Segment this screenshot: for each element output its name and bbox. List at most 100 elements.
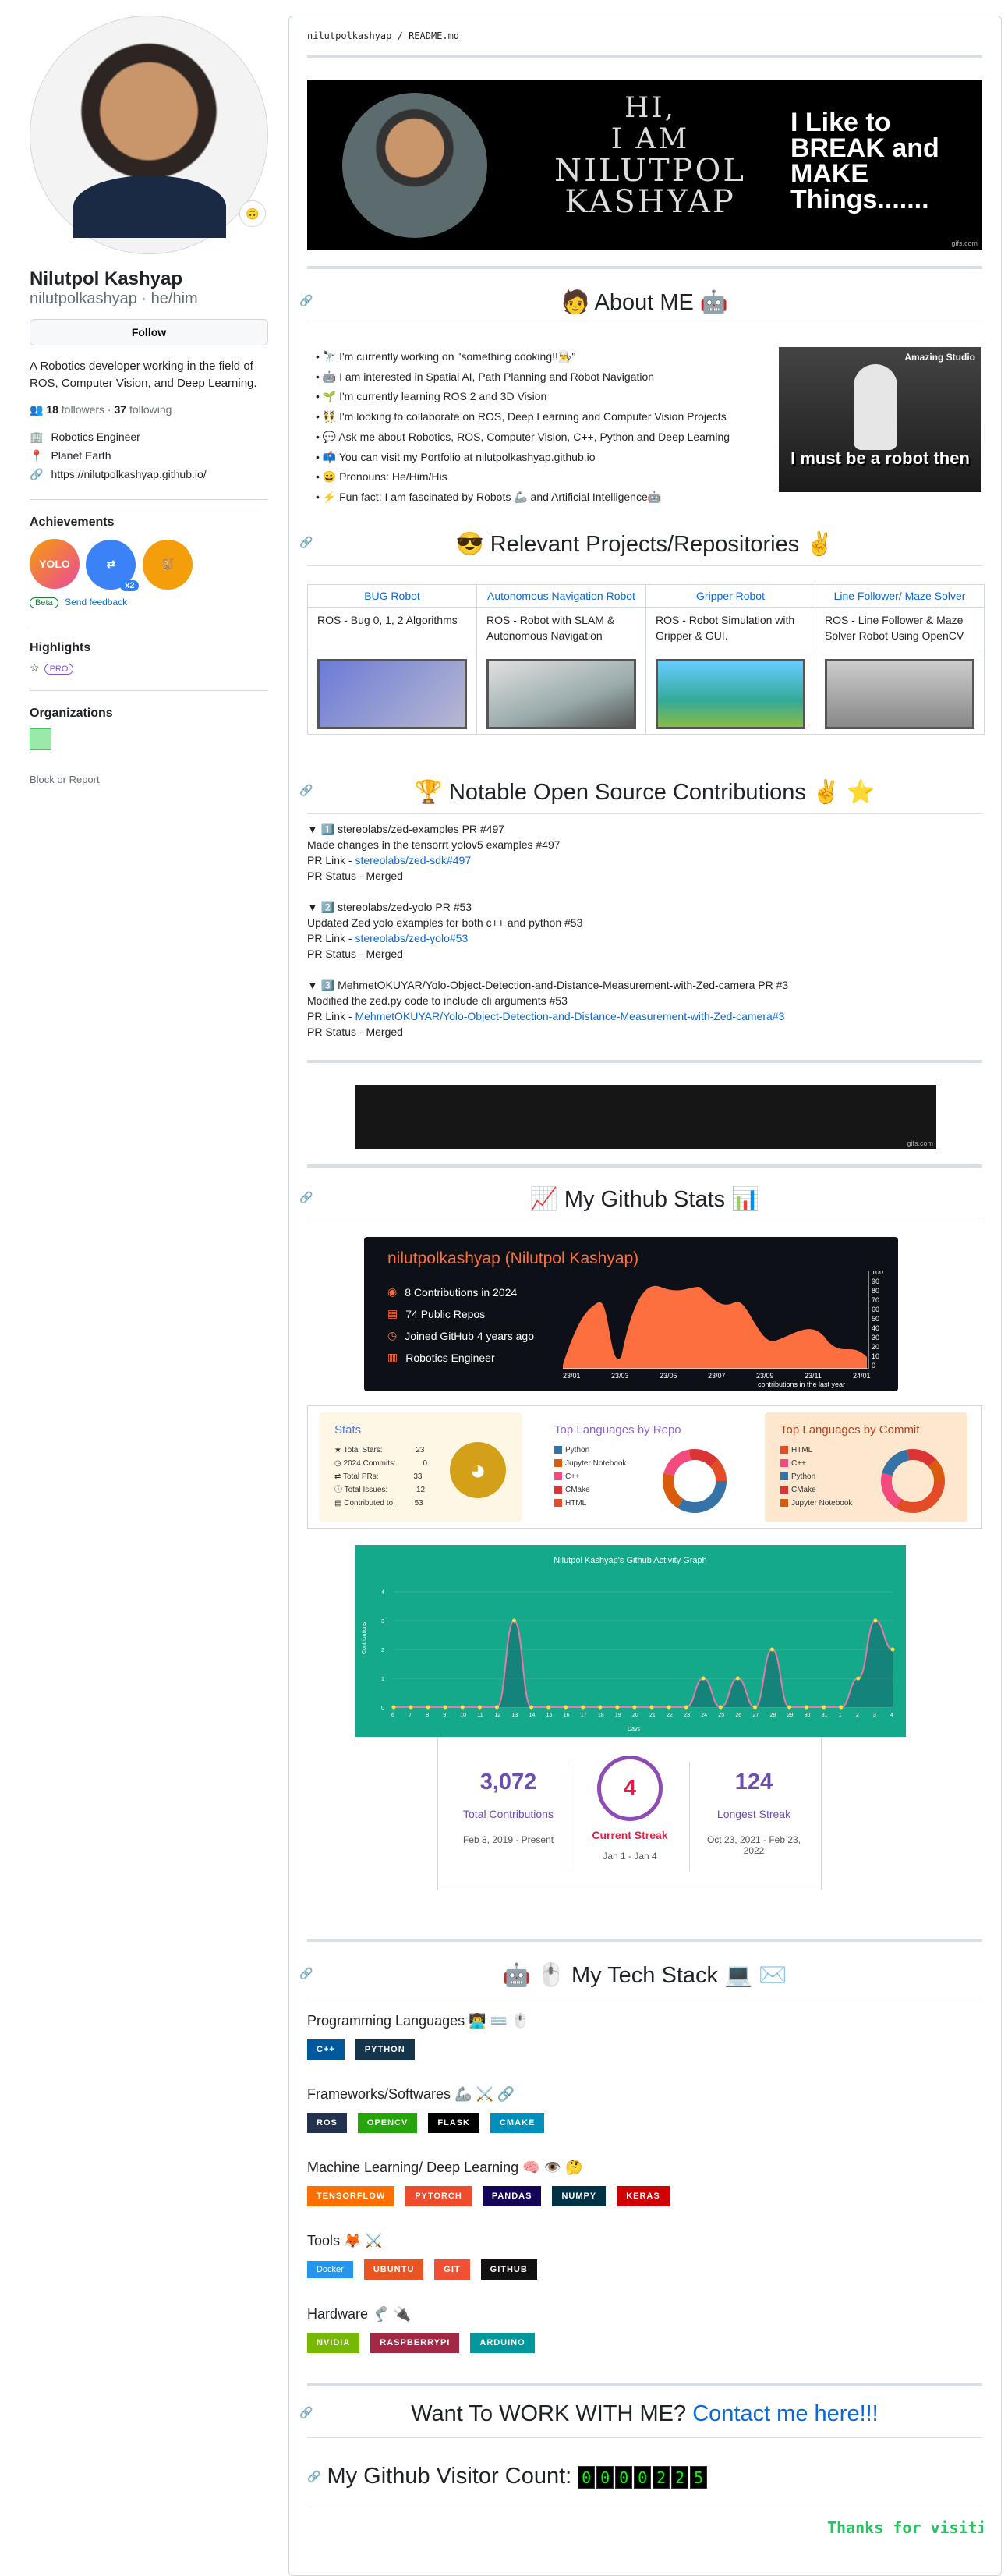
activity-point — [598, 1705, 603, 1710]
anchor-link-icon[interactable]: 🔗 — [299, 2406, 313, 2419]
contributions-heading: 🔗 🏆 Notable Open Source Contributions ✌️ … — [299, 779, 982, 814]
keras-badge[interactable]: KERAS — [617, 2186, 670, 2206]
project-screenshot[interactable] — [317, 659, 467, 729]
readme-file: README.md — [409, 30, 460, 41]
x-tick-label: 29 — [787, 1713, 794, 1718]
organization-avatar[interactable] — [30, 728, 51, 750]
activity-point — [615, 1705, 620, 1710]
about-item: 😄 Pronouns: He/Him/His — [316, 467, 776, 487]
x-tick-label: 23/09 — [756, 1372, 774, 1380]
anchor-link-icon[interactable]: 🔗 — [299, 1191, 313, 1204]
language-legend-item: CMake — [554, 1483, 626, 1497]
y-tick-label: 30 — [872, 1334, 879, 1341]
x-tick-label: 12 — [494, 1713, 500, 1718]
profile-website-link[interactable]: https://nilutpolkashyap.github.io/ — [51, 465, 206, 484]
anchor-link-icon[interactable]: 🔗 — [299, 784, 313, 797]
project-screenshot[interactable] — [656, 659, 805, 729]
anchor-link-icon[interactable]: 🔗 — [307, 2470, 320, 2483]
achievement-pull-shark[interactable]: ⇄ x2 — [86, 539, 140, 591]
tensorflow-badge[interactable]: TENSORFLOW — [307, 2186, 395, 2206]
pr-link[interactable]: stereolabs/zed-sdk#497 — [355, 854, 471, 866]
activity-point — [752, 1705, 757, 1710]
contribution-summary[interactable]: ▼ 2️⃣ stereolabs/zed-yolo PR #53 — [307, 899, 982, 915]
numpy-badge[interactable]: NUMPY — [552, 2186, 607, 2206]
x-tick-label: 19 — [615, 1713, 621, 1718]
project-screenshot[interactable] — [486, 659, 636, 729]
achievement-yolo[interactable]: YOLO — [30, 539, 80, 589]
activity-point — [890, 1647, 895, 1652]
contribution-summary[interactable]: ▼ 3️⃣ MehmetOKUYAR/Yolo-Object-Detection… — [307, 977, 982, 993]
y-tick-label: 20 — [872, 1343, 879, 1351]
achievement-pair-extraordinaire[interactable]: 🐒 — [142, 539, 193, 590]
visitor-counter: 0000225 — [578, 2464, 709, 2489]
activity-y-label: Contributions — [362, 1621, 367, 1654]
robot-gif: Amazing Studio I must be a robot then — [779, 347, 981, 492]
follow-counts: 👥 18 followers · 37 following — [30, 403, 172, 416]
raspberrypi-badge[interactable]: RASPBERRYPI — [370, 2333, 460, 2353]
banner-photo — [342, 93, 487, 238]
send-feedback-link[interactable]: Send feedback — [65, 597, 127, 608]
git-badge[interactable]: GIT — [434, 2259, 470, 2280]
repo-icon: ▤ — [387, 1307, 398, 1320]
contact-link[interactable]: Contact me here!!! — [692, 2401, 879, 2426]
project-desc: ROS - Robot Simulation with Gripper & GU… — [645, 607, 815, 654]
anchor-link-icon[interactable]: 🔗 — [299, 1967, 313, 1980]
achievements-heading[interactable]: Achievements — [30, 499, 268, 530]
y-tick-label: 10 — [872, 1352, 879, 1360]
pytorch-badge[interactable]: PYTORCH — [405, 2186, 472, 2206]
activity-point — [718, 1705, 723, 1710]
total-contributions: 3,072 Total Contributions Feb 8, 2019 - … — [462, 1770, 554, 1845]
follow-button[interactable]: Follow — [30, 319, 268, 345]
x-tick-label: 23/03 — [611, 1372, 629, 1380]
longest-streak: 124 Longest Streak Oct 23, 2021 - Feb 23… — [706, 1770, 801, 1856]
x-tick-label: 20 — [632, 1713, 638, 1718]
project-link[interactable]: Gripper Robot — [696, 590, 765, 602]
ros-badge[interactable]: ROS — [307, 2113, 347, 2133]
counter-digit: 5 — [690, 2466, 708, 2489]
about-item[interactable]: 📫 You can visit my Portfolio at nilutpol… — [316, 448, 776, 468]
pandas-badge[interactable]: PANDAS — [482, 2186, 542, 2206]
profile-name: Nilutpol Kashyap — [30, 268, 183, 289]
github-icon: ◉ — [387, 1285, 398, 1298]
arduino-badge[interactable]: ARDUINO — [470, 2333, 535, 2353]
nvidia-badge[interactable]: NVIDIA — [307, 2333, 360, 2353]
tech-subheading: Tools 🦊 ⚔️ — [307, 2233, 383, 2248]
pro-badge: PRO — [44, 663, 74, 675]
cmake-badge[interactable]: CMAKE — [490, 2113, 545, 2133]
y-tick-label: 60 — [872, 1306, 879, 1313]
pr-link[interactable]: MehmetOKUYAR/Yolo-Object-Detection-and-D… — [355, 1010, 784, 1022]
github-badge[interactable]: GITHUB — [480, 2259, 537, 2280]
y-tick-label: 50 — [872, 1315, 879, 1323]
x-tick-label: 17 — [581, 1713, 587, 1718]
achievements-badges: YOLO ⇄ x2 🐒 — [30, 530, 268, 591]
x-tick-label: 11 — [477, 1713, 483, 1718]
python-badge[interactable]: PYTHON — [355, 2039, 415, 2060]
x-tick-label: 14 — [529, 1713, 536, 1718]
contribution-summary[interactable]: ▼ 1️⃣ stereolabs/zed-examples PR #497 — [307, 821, 982, 837]
project-link[interactable]: Line Follower/ Maze Solver — [834, 590, 966, 602]
opencv-badge[interactable]: OPENCV — [357, 2113, 418, 2133]
followers-link[interactable]: 18 followers — [46, 403, 104, 416]
anchor-link-icon[interactable]: 🔗 — [299, 536, 313, 549]
activity-point — [701, 1676, 706, 1681]
contribution-area-chart: 1009080706050403020100 23/01 23/03 23/05 23… — [563, 1271, 883, 1388]
x-tick-label: 26 — [735, 1713, 741, 1718]
cpp-badge[interactable]: C++ — [307, 2039, 345, 2060]
languages-donut-chart — [881, 1449, 945, 1513]
project-link[interactable]: Autonomous Navigation Robot — [487, 590, 635, 602]
flask-badge[interactable]: FLASK — [428, 2113, 479, 2133]
project-link[interactable]: BUG Robot — [364, 590, 420, 602]
organizations-heading: Organizations — [30, 689, 268, 721]
profile-avatar[interactable]: 🙃 — [30, 16, 268, 254]
status-emoji-button[interactable]: 🙃 — [239, 200, 266, 227]
activity-line — [393, 1619, 893, 1709]
anchor-link-icon[interactable]: 🔗 — [299, 294, 313, 307]
docker-badge[interactable]: Docker — [307, 2261, 353, 2278]
project-screenshot[interactable] — [825, 659, 974, 729]
readme-user-link[interactable]: nilutpolkashyap — [307, 30, 391, 41]
following-link[interactable]: 37 following — [115, 403, 172, 416]
divider — [307, 2383, 982, 2386]
ubuntu-badge[interactable]: UBUNTU — [363, 2259, 424, 2280]
block-report-link[interactable]: Block or Report — [30, 766, 268, 785]
pr-link[interactable]: stereolabs/zed-yolo#53 — [355, 932, 468, 944]
